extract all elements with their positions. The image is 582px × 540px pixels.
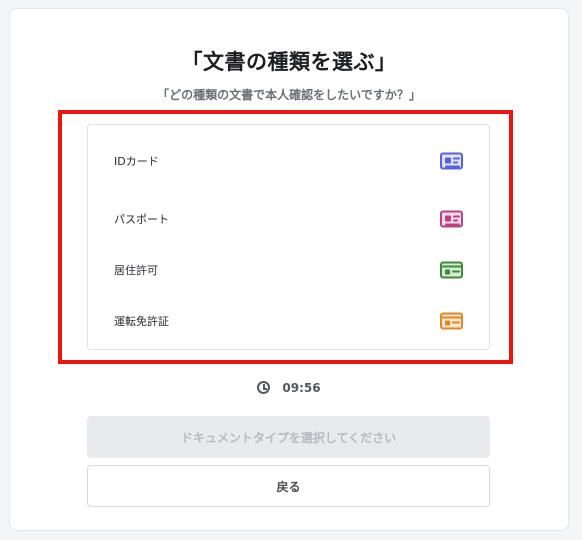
verification-card: 「文書の種類を選ぶ」 「どの種類の文書で本人確認をしたいですか？」 IDカード …	[9, 8, 569, 531]
drivers-license-icon	[440, 312, 463, 330]
document-option-label: 居住許可	[114, 264, 158, 277]
document-option-passport[interactable]: パスポート	[88, 197, 489, 241]
residence-permit-icon	[440, 261, 463, 279]
id-card-icon	[440, 152, 463, 170]
document-option-residence-permit[interactable]: 居住許可	[88, 248, 489, 292]
select-document-type-button[interactable]: ドキュメントタイプを選択してください	[87, 416, 490, 458]
document-option-label: パスポート	[114, 213, 169, 226]
document-option-id-card[interactable]: IDカード	[88, 139, 489, 183]
document-type-list: IDカード パスポート 居住許可 運転免許証	[87, 124, 490, 350]
passport-icon	[440, 210, 463, 228]
document-option-drivers-license[interactable]: 運転免許証	[88, 299, 489, 343]
session-timer: 09:56	[10, 381, 568, 395]
timer-value: 09:56	[282, 381, 321, 395]
clock-icon	[257, 381, 271, 394]
document-option-label: 運転免許証	[114, 315, 169, 328]
page-title: 「文書の種類を選ぶ」	[181, 50, 397, 74]
back-button[interactable]: 戻る	[87, 465, 490, 507]
document-option-label: IDカード	[114, 155, 159, 168]
page-subtitle: 「どの種類の文書で本人確認をしたいですか？」	[157, 88, 421, 102]
